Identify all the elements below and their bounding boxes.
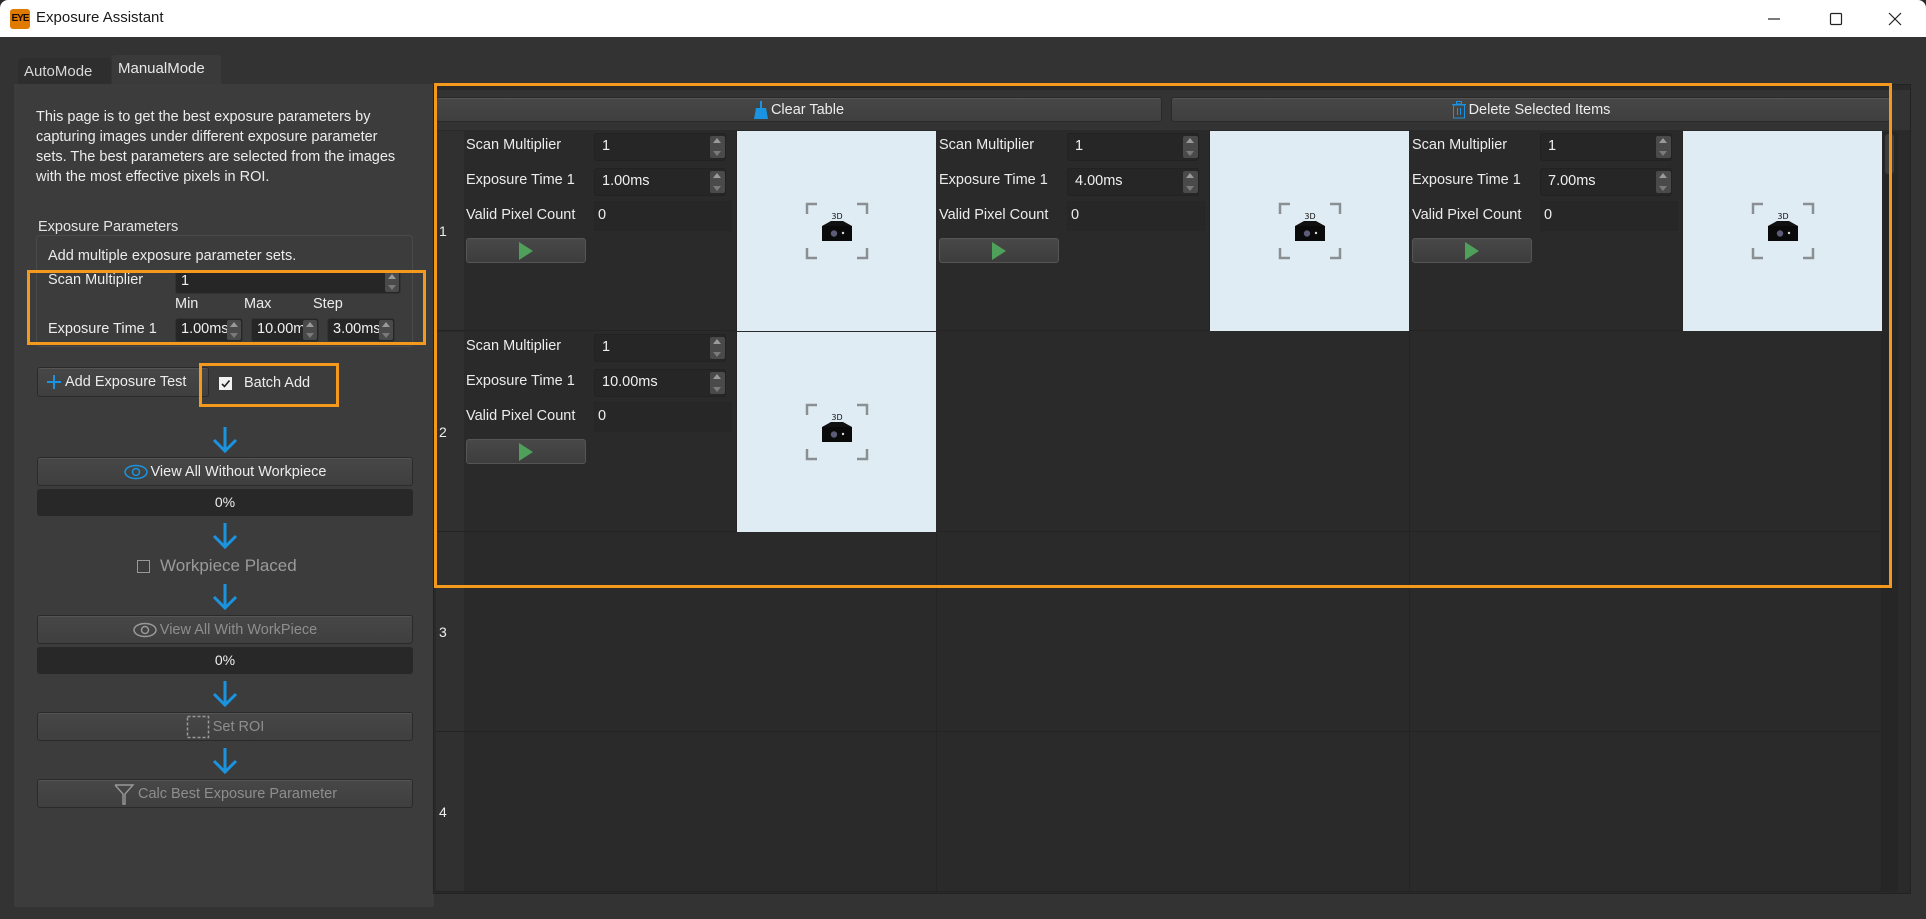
down-arrow-icon [212,584,238,610]
title-bar: EYE Exposure Assistant [0,0,1926,37]
down-arrow-icon [212,748,238,774]
minimize-icon [1768,17,1780,20]
highlight-box-batch-add [199,363,339,407]
set-roi-button[interactable]: Set ROI [37,712,413,741]
close-button[interactable] [1866,0,1924,37]
set-roi-label: Set ROI [212,718,265,735]
maximize-icon [1829,12,1843,25]
group-title: Exposure Parameters [38,219,183,235]
workpiece-placed-checkbox[interactable]: Workpiece Placed [137,556,297,576]
view-all-without-workpiece-label: View All Without Workpiece [150,463,327,480]
empty-cell [937,732,1410,892]
view-all-without-workpiece-button[interactable]: View All Without Workpiece [37,457,413,486]
app-logo-icon: EYE [10,9,30,29]
down-arrow-icon [212,427,238,453]
highlight-box-table [434,83,1892,588]
eye-icon [123,464,148,479]
close-icon [1888,12,1902,25]
empty-cell [464,732,937,892]
calc-best-exposure-button[interactable]: Calc Best Exposure Parameter [37,779,413,808]
down-arrow-icon [212,523,238,549]
row-header-4[interactable]: 4 [436,732,464,892]
checkbox-unchecked-icon[interactable] [137,559,150,573]
tab-automode[interactable]: AutoMode [18,58,111,87]
add-exposure-test-button[interactable]: Add Exposure Test [37,367,209,397]
maximize-button[interactable] [1807,0,1865,37]
workpiece-placed-label: Workpiece Placed [160,556,297,575]
window-title: Exposure Assistant [36,9,164,26]
calc-best-exposure-label: Calc Best Exposure Parameter [137,785,338,802]
progress-bar-with-workpiece: 0% [37,647,413,674]
view-all-with-workpiece-label: View All With WorkPiece [159,621,318,638]
eye-icon [133,622,157,637]
highlight-box-parameters [27,270,426,345]
view-all-with-workpiece-button[interactable]: View All With WorkPiece [37,615,413,644]
progress-bar-without-workpiece: 0% [37,489,413,516]
add-exposure-test-label: Add Exposure Test [65,374,187,390]
plus-icon [47,375,61,389]
tab-manualmode[interactable]: ManualMode [112,55,221,84]
intro-text: This page is to get the best exposure pa… [36,109,396,185]
minimize-button[interactable] [1745,0,1803,37]
roi-selection-icon [186,715,209,738]
group-description: Add multiple exposure parameter sets. [48,248,297,264]
empty-cell [1410,732,1882,892]
filter-icon [114,783,135,805]
down-arrow-icon [212,681,238,707]
